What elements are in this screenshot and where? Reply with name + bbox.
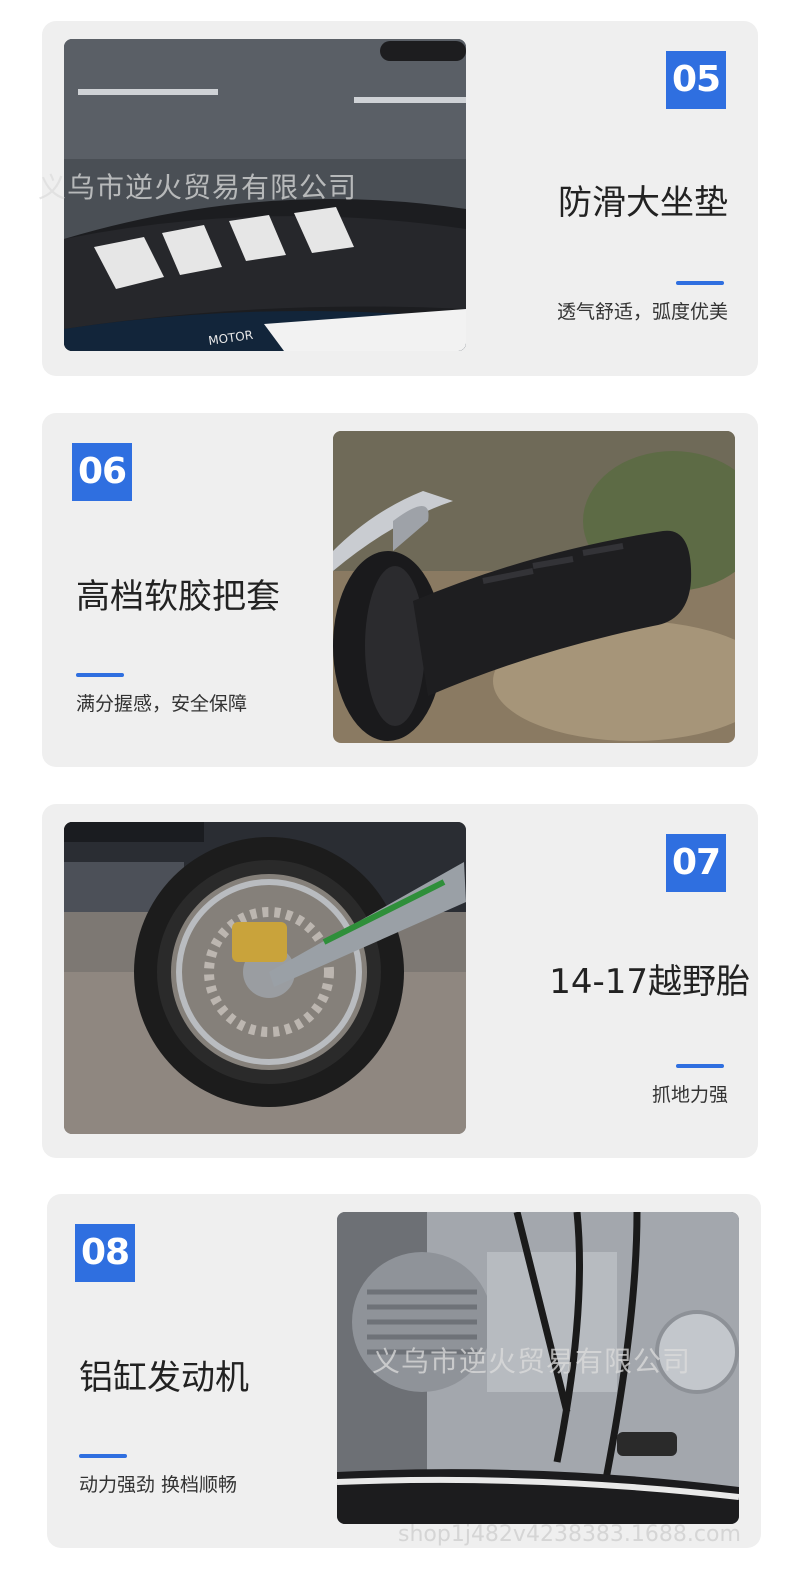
feature-subtitle: 抓地力强 (651, 1084, 728, 1106)
feature-title: 防滑大坐垫 (558, 183, 728, 223)
feature-number-badge: 07 (666, 834, 726, 892)
watermark-url: shop1j482v4238383.1688.com (398, 1522, 741, 1547)
handle-grip-photo-icon (333, 431, 735, 743)
accent-bar (676, 281, 724, 285)
feature-subtitle: 动力强劲 换档顺畅 (79, 1474, 238, 1496)
feature-number-badge: 08 (75, 1224, 135, 1282)
feature-card-06: 06 高档软胶把套 满分握感，安全保障 (42, 413, 758, 767)
tire-photo-icon (64, 822, 466, 1134)
feature-title: 高档软胶把套 (76, 577, 280, 617)
accent-bar (76, 673, 124, 677)
feature-subtitle: 满分握感，安全保障 (76, 693, 248, 715)
feature-subtitle: 透气舒适，弧度优美 (556, 301, 728, 323)
feature-number-badge: 05 (666, 51, 726, 109)
feature-title: 14-17越野胎 (549, 962, 750, 1002)
feature-title: 铝缸发动机 (79, 1358, 249, 1398)
accent-bar (79, 1454, 127, 1458)
accent-bar (676, 1064, 724, 1068)
feature-number-badge: 06 (72, 443, 132, 501)
watermark-text: 义乌市逆火贸易有限公司 (372, 1345, 692, 1378)
feature-card-07: 07 14-17越野胎 抓地力强 (42, 804, 758, 1158)
watermark-text: 义乌市逆火贸易有限公司 (38, 171, 358, 204)
